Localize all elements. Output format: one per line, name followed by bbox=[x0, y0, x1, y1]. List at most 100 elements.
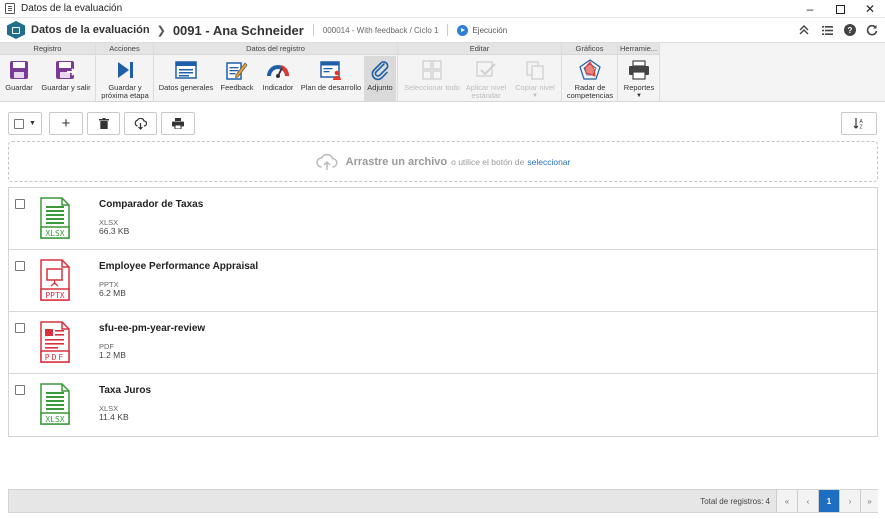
development-plan-label: Plan de desarrollo bbox=[300, 83, 362, 92]
list-item[interactable]: PPTX Employee Performance Appraisal PPTX… bbox=[9, 250, 877, 312]
select-file-link[interactable]: seleccionar bbox=[527, 157, 570, 167]
select-all-button[interactable]: Seleccionar todo bbox=[402, 56, 462, 102]
refresh-icon[interactable] bbox=[864, 22, 880, 38]
copy-level-label: Copiar nivel bbox=[515, 83, 555, 92]
ribbon-group-title: Gráficos bbox=[562, 43, 617, 55]
radar-label-2: competencias bbox=[566, 91, 614, 100]
attachment-list: XLSX Comparador de Taxas XLSX 66.3 KB PP… bbox=[8, 187, 878, 437]
list-item[interactable]: PDF sfu-ee-pm-year-review PDF 1.2 MB bbox=[9, 312, 877, 374]
print-button[interactable] bbox=[161, 112, 195, 135]
file-name[interactable]: Taxa Juros bbox=[99, 385, 151, 396]
file-dropzone[interactable]: Arrastre un archivo o utilice el botón d… bbox=[8, 141, 878, 182]
save-exit-icon bbox=[55, 59, 77, 81]
ribbon-toolbar: Registro Guardar Guardar y salir Accione… bbox=[0, 42, 885, 102]
next-page-button[interactable]: › bbox=[839, 490, 860, 512]
file-name[interactable]: sfu-ee-pm-year-review bbox=[99, 323, 205, 334]
file-size: 6.2 MB bbox=[99, 288, 126, 298]
select-all-checkbox[interactable] bbox=[14, 118, 25, 129]
help-icon[interactable]: ? bbox=[842, 22, 858, 38]
svg-text:Z: Z bbox=[859, 125, 862, 130]
file-size: 1.2 MB bbox=[99, 350, 126, 360]
plus-icon: + bbox=[61, 115, 71, 132]
printer-icon bbox=[628, 59, 650, 81]
indicator-button[interactable]: Indicador bbox=[258, 56, 298, 102]
ribbon-group-registro: Registro Guardar Guardar y salir bbox=[0, 43, 96, 102]
ribbon-group-datos-registro: Datos del registro Datos generales Feedb… bbox=[154, 43, 398, 102]
close-icon[interactable]: ✕ bbox=[855, 0, 885, 18]
file-name[interactable]: Comparador de Taxas bbox=[99, 199, 203, 210]
ribbon-group-title: Herramie... bbox=[618, 43, 659, 55]
pptx-file-icon: PPTX bbox=[40, 259, 70, 304]
row-checkbox[interactable] bbox=[15, 385, 25, 395]
add-button[interactable]: + bbox=[49, 112, 83, 135]
row-checkbox[interactable] bbox=[15, 199, 25, 209]
chevron-right-icon: ❯ bbox=[156, 24, 166, 37]
ribbon-group-editar: Editar Seleccionar todo Aplicar nivel es… bbox=[398, 43, 562, 102]
form-window-icon bbox=[175, 59, 197, 81]
paperclip-icon bbox=[369, 59, 391, 81]
save-label: Guardar bbox=[5, 83, 33, 92]
copy-level-button[interactable]: Copiar nivel ▼ bbox=[510, 56, 560, 102]
ribbon-group-title: Registro bbox=[0, 43, 95, 55]
last-page-button[interactable]: » bbox=[860, 490, 878, 512]
trash-icon bbox=[98, 118, 109, 129]
development-plan-button[interactable]: Plan de desarrollo bbox=[300, 56, 362, 102]
gauge-icon bbox=[267, 59, 289, 81]
prev-page-button[interactable]: ‹ bbox=[797, 490, 818, 512]
save-icon bbox=[8, 59, 30, 81]
dropzone-text: o utilice el botón de bbox=[451, 156, 525, 167]
row-checkbox[interactable] bbox=[15, 323, 25, 333]
delete-button[interactable] bbox=[87, 112, 120, 135]
xlsx-file-icon: XLSX bbox=[40, 383, 70, 428]
collapse-up-icon[interactable] bbox=[796, 22, 812, 38]
cloud-download-icon bbox=[134, 117, 147, 130]
minimize-icon[interactable]: – bbox=[795, 0, 825, 18]
app-logo-icon bbox=[7, 21, 25, 39]
apply-standard-level-button[interactable]: Aplicar nivel estándar bbox=[464, 56, 508, 102]
download-button[interactable] bbox=[124, 112, 157, 135]
radar-chart-icon bbox=[579, 59, 601, 81]
select-all-grid-icon bbox=[421, 59, 443, 81]
development-plan-icon bbox=[320, 59, 342, 81]
feedback-label: Feedback bbox=[220, 83, 254, 92]
save-next-label-2: próxima etapa bbox=[101, 91, 149, 100]
attachment-button[interactable]: Adjunto bbox=[364, 56, 396, 102]
file-size: 66.3 KB bbox=[99, 226, 130, 236]
ribbon-group-title: Datos del registro bbox=[154, 43, 397, 55]
reports-button[interactable]: Reportes ▼ bbox=[620, 56, 658, 102]
indicator-label: Indicador bbox=[262, 83, 294, 92]
file-size: 11.4 KB bbox=[99, 412, 129, 422]
apply-level-icon bbox=[475, 59, 497, 81]
attachment-label: Adjunto bbox=[367, 83, 393, 92]
pdf-file-icon: PDF bbox=[40, 321, 70, 366]
save-button[interactable]: Guardar bbox=[2, 56, 36, 102]
feedback-button[interactable]: Feedback bbox=[218, 56, 256, 102]
save-exit-label: Guardar y salir bbox=[41, 83, 91, 92]
pagination-bar: Total de registros: 4 « ‹ 1 › » bbox=[8, 489, 878, 513]
file-name[interactable]: Employee Performance Appraisal bbox=[99, 261, 258, 272]
feedback-edit-icon bbox=[226, 59, 248, 81]
cloud-upload-icon bbox=[315, 153, 338, 170]
maximize-icon[interactable] bbox=[825, 0, 855, 18]
save-exit-button[interactable]: Guardar y salir bbox=[38, 56, 94, 102]
list-item[interactable]: XLSX Comparador de Taxas XLSX 66.3 KB bbox=[9, 188, 877, 250]
caret-down-icon: ▼ bbox=[29, 120, 36, 127]
reports-label: Reportes bbox=[623, 83, 655, 92]
general-data-button[interactable]: Datos generales bbox=[156, 56, 216, 102]
sort-button[interactable]: AZ bbox=[841, 112, 877, 135]
row-checkbox[interactable] bbox=[15, 261, 25, 271]
first-page-button[interactable]: « bbox=[776, 490, 797, 512]
record-header: Datos de la evaluación ❯ 0091 - Ana Schn… bbox=[0, 18, 885, 42]
select-checkbox-dropdown[interactable]: ▼ bbox=[8, 112, 42, 135]
ribbon-group-title: Editar bbox=[398, 43, 561, 55]
save-next-step-button[interactable]: Guardar y próxima etapa bbox=[98, 56, 152, 102]
breadcrumb-section[interactable]: Datos de la evaluación bbox=[31, 24, 150, 36]
current-page-button[interactable]: 1 bbox=[818, 490, 839, 512]
caret-down-icon: ▼ bbox=[532, 93, 538, 99]
list-icon[interactable] bbox=[819, 22, 835, 38]
competency-radar-button[interactable]: Radar de competencias bbox=[564, 56, 616, 102]
list-item[interactable]: XLSX Taxa Juros XLSX 11.4 KB bbox=[9, 374, 877, 436]
ribbon-group-herramientas: Herramie... Reportes ▼ bbox=[618, 43, 660, 102]
printer-icon bbox=[172, 118, 184, 129]
total-records: Total de registros: 4 bbox=[700, 497, 770, 506]
